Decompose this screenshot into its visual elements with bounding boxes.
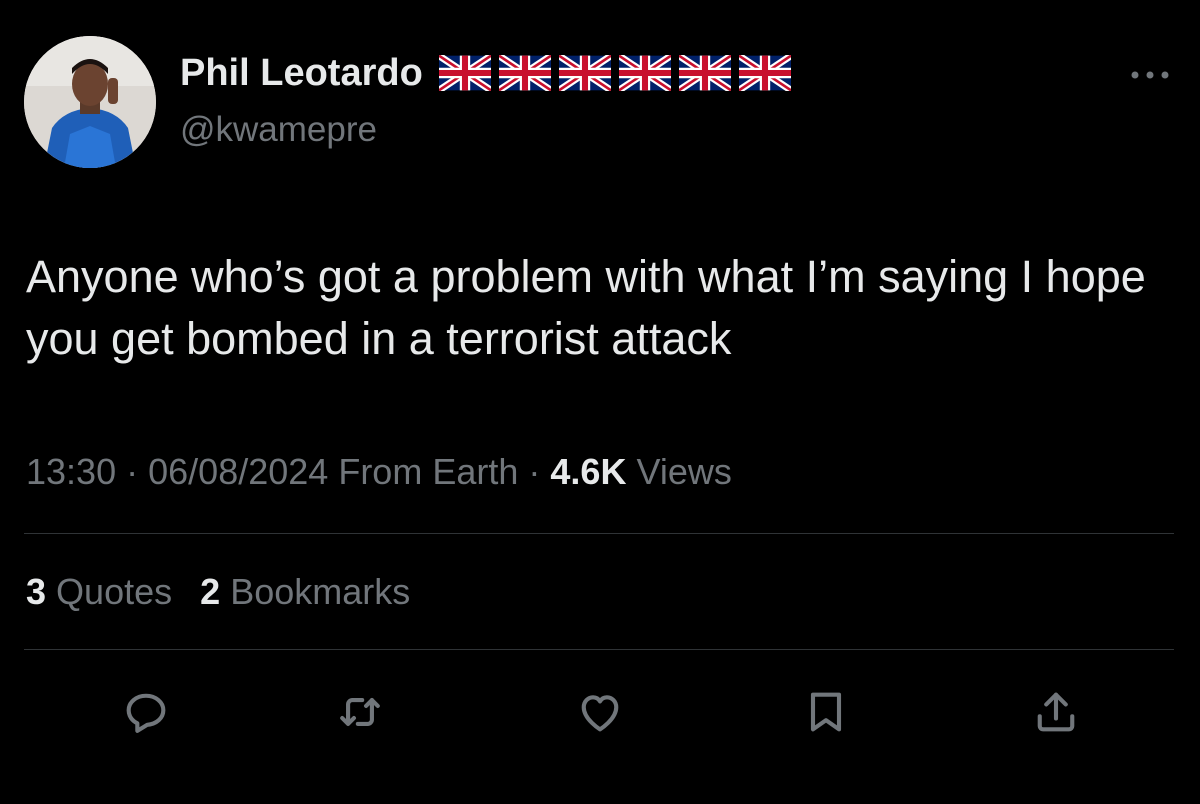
meta-separator: ·	[126, 451, 139, 492]
uk-flag-icon	[498, 55, 551, 91]
tweet-source: From Earth	[338, 451, 519, 492]
author-display-name[interactable]: Phil Leotardo	[180, 48, 423, 98]
like-icon	[581, 695, 619, 732]
flag-emojis	[438, 55, 791, 91]
bookmark-button[interactable]	[796, 682, 856, 742]
tweet-text: Anyone who’s got a problem with what I’m…	[26, 251, 1146, 364]
retweet-icon	[340, 698, 380, 726]
tweet-date[interactable]: 06/08/2024	[148, 451, 328, 492]
retweet-button[interactable]	[330, 682, 390, 742]
tweet-time[interactable]: 13:30	[26, 451, 116, 492]
author-name-row: Phil Leotardo	[180, 48, 791, 98]
quotes-label: Quotes	[56, 571, 173, 612]
like-button[interactable]	[570, 682, 630, 742]
reply-icon	[126, 693, 166, 733]
more-dots-icon	[1131, 71, 1169, 79]
quotes-stat[interactable]: 3 Quotes	[26, 571, 172, 612]
views-label: Views	[636, 451, 732, 492]
quotes-count: 3	[26, 571, 47, 612]
more-options-button[interactable]	[1128, 60, 1172, 90]
uk-flag-icon	[438, 55, 491, 91]
avatar[interactable]	[24, 36, 156, 168]
bookmarks-count: 2	[200, 571, 221, 612]
uk-flag-icon	[678, 55, 731, 91]
uk-flag-icon	[738, 55, 791, 91]
bookmarks-label: Bookmarks	[230, 571, 411, 612]
share-icon	[1037, 692, 1075, 732]
bookmark-icon	[810, 692, 842, 732]
bookmarks-stat[interactable]: 2 Bookmarks	[200, 571, 410, 612]
avatar-image	[24, 36, 156, 168]
tweet-stats: 3 Quotes 2 Bookmarks	[26, 566, 410, 618]
views-count: 4.6K	[550, 451, 627, 492]
divider	[24, 649, 1174, 650]
share-button[interactable]	[1026, 682, 1086, 742]
author-handle[interactable]: @kwamepre	[180, 106, 377, 154]
reply-button[interactable]	[116, 682, 176, 742]
meta-separator: ·	[528, 451, 541, 492]
uk-flag-icon	[618, 55, 671, 91]
divider	[24, 533, 1174, 534]
uk-flag-icon	[558, 55, 611, 91]
tweet-meta: 13:30 · 06/08/2024 From Earth · 4.6K Vie…	[26, 446, 732, 498]
